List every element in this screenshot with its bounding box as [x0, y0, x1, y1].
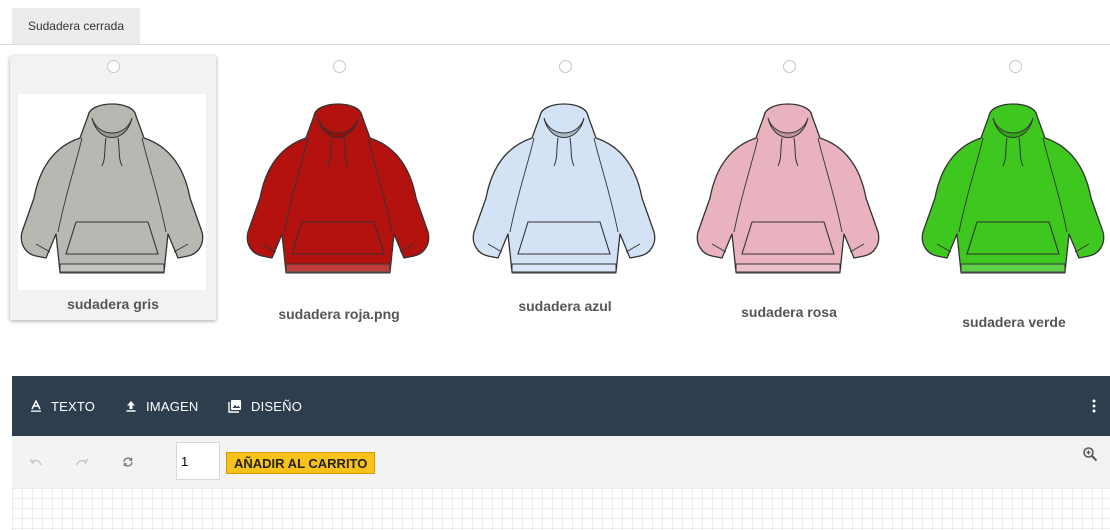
more-options-icon[interactable] [1092, 376, 1096, 436]
tab-sudadera-cerrada[interactable]: Sudadera cerrada [12, 8, 140, 44]
text-format-icon [30, 400, 42, 412]
product-label: sudadera rosa [741, 304, 837, 320]
product-label: sudadera verde [962, 314, 1066, 330]
design-toolbar: TEXTO IMAGEN DISEÑO [12, 376, 1110, 436]
design-canvas[interactable] [12, 488, 1110, 530]
hoodie-image [470, 94, 658, 290]
action-bar: AÑADIR AL CARRITO [12, 436, 1110, 488]
radio-button[interactable] [559, 60, 572, 73]
product-option-azul[interactable]: sudadera azul [462, 56, 668, 320]
product-option-rosa[interactable]: sudadera rosa [686, 56, 892, 320]
design-tool-button[interactable]: DISEÑO [228, 376, 302, 436]
quantity-input[interactable] [176, 442, 220, 480]
image-tool-button[interactable]: IMAGEN [125, 376, 198, 436]
add-to-cart-button[interactable]: AÑADIR AL CARRITO [226, 452, 376, 474]
product-option-gris[interactable]: sudadera gris [10, 56, 216, 320]
radio-button[interactable] [783, 60, 796, 73]
product-label: sudadera gris [67, 296, 159, 312]
product-option-roja[interactable]: sudadera roja.png [236, 56, 442, 322]
hoodie-image [919, 94, 1107, 290]
product-image [470, 94, 658, 290]
product-image [18, 94, 206, 290]
refresh-icon[interactable] [116, 450, 140, 474]
redo-icon[interactable] [70, 450, 94, 474]
product-label: sudadera azul [518, 298, 612, 314]
tab-bar: Sudadera cerrada [0, 0, 1110, 45]
zoom-in-icon[interactable] [1082, 446, 1102, 466]
product-image [919, 94, 1110, 290]
upload-icon [125, 400, 137, 412]
hoodie-image [694, 94, 882, 290]
text-tool-label: TEXTO [51, 398, 96, 414]
design-tool-label: DISEÑO [251, 398, 303, 414]
product-label: sudadera roja.png [278, 306, 400, 322]
radio-button[interactable] [107, 60, 120, 73]
product-image [244, 94, 432, 290]
undo-icon[interactable] [24, 450, 48, 474]
product-option-verde[interactable]: sudadera verde [911, 56, 1110, 330]
gallery-icon [228, 399, 242, 413]
text-tool-button[interactable]: TEXTO [30, 376, 95, 436]
radio-button[interactable] [1009, 60, 1022, 73]
hoodie-image [18, 94, 206, 290]
hoodie-image [244, 94, 432, 290]
image-tool-label: IMAGEN [146, 398, 199, 414]
radio-button[interactable] [333, 60, 346, 73]
product-image [694, 94, 882, 290]
